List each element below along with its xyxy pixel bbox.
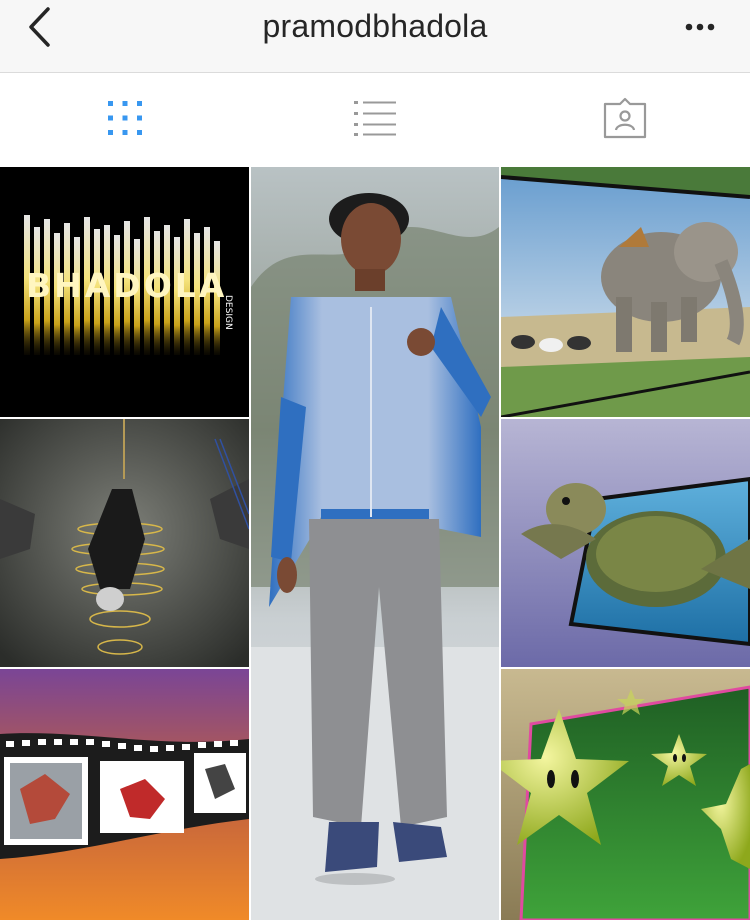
turtle-image (501, 419, 750, 667)
post-thumbnail-2[interactable] (251, 167, 499, 920)
portrait-photo (251, 167, 499, 920)
grid-icon (107, 100, 143, 141)
post-thumbnail-7[interactable] (501, 669, 750, 920)
post-thumbnail-1[interactable]: BHADOLA DESIGN (0, 167, 249, 417)
post-thumbnail-6[interactable] (0, 669, 249, 920)
post-thumbnail-3[interactable] (501, 167, 750, 417)
bhadola-logo-image: BHADOLA DESIGN (0, 167, 249, 417)
filmstrip-dancers-image (0, 669, 249, 920)
logo-subtext: DESIGN (223, 295, 233, 330)
breakdancers-image (0, 419, 249, 667)
ellipsis-horizontal-icon (685, 18, 715, 36)
tagged-person-icon (602, 97, 648, 144)
post-thumbnail-5[interactable] (501, 419, 750, 667)
post-thumbnail-4[interactable] (0, 419, 249, 667)
profile-view-tabs (0, 73, 750, 168)
logo-wordmark: BHADOLA (26, 266, 227, 305)
posts-grid: BHADOLA DESIGN (0, 167, 750, 920)
tab-tagged[interactable] (500, 73, 750, 167)
tab-grid-view[interactable] (0, 73, 250, 167)
tab-list-view[interactable] (250, 73, 500, 167)
list-icon (354, 100, 396, 141)
stars-image (501, 669, 750, 920)
profile-username: pramodbhadola (262, 8, 488, 44)
more-options-button[interactable] (678, 12, 722, 42)
top-bar: pramodbhadola (0, 0, 750, 73)
elephant-image (501, 167, 750, 417)
